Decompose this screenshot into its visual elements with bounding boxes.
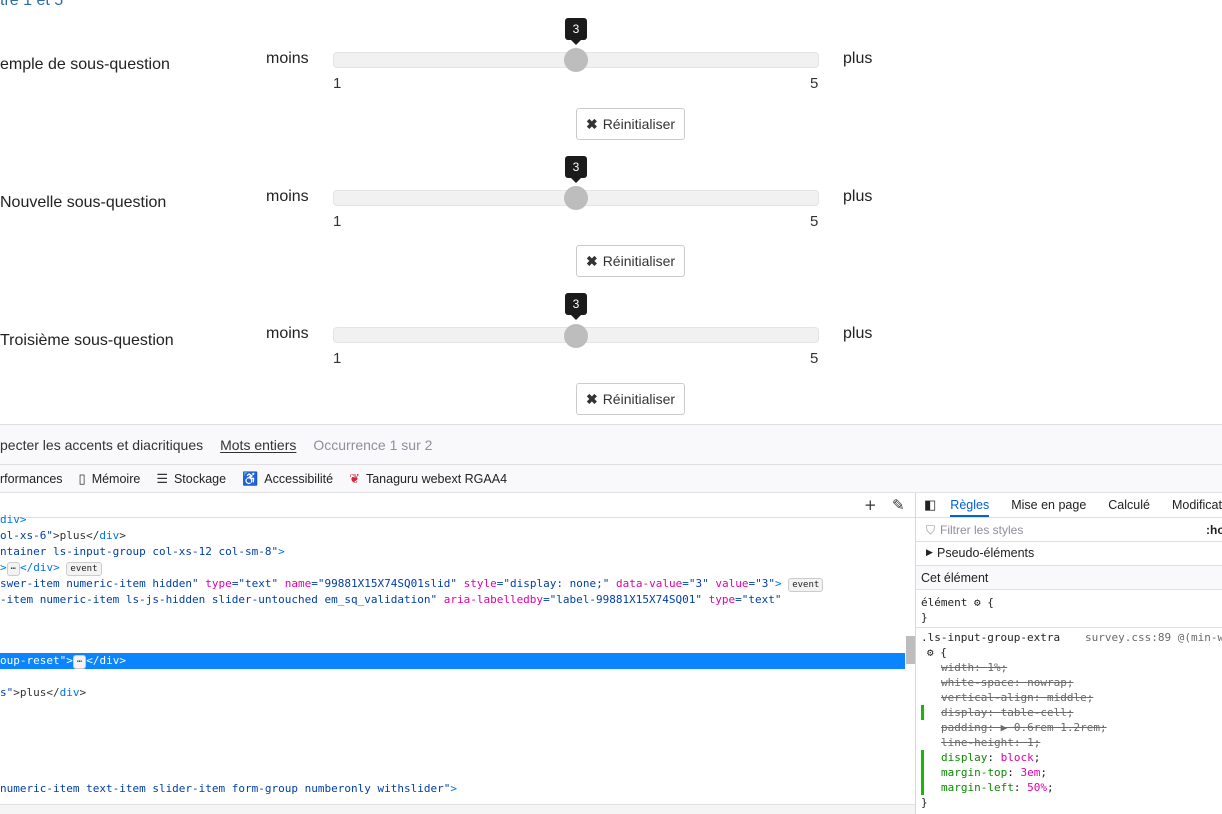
filter-icon: ⛉ [926, 523, 936, 537]
subquestion-label-3: Troisième sous-question [0, 332, 174, 349]
slider-max-tick-1: 5 [810, 75, 819, 92]
toggle-pane-icon[interactable]: ◧ [924, 497, 936, 513]
add-node-icon[interactable]: + [864, 496, 877, 514]
devtools-tab-tanaguru[interactable]: ❦ Tanaguru webext RGAA4 [349, 471, 507, 487]
css-declaration[interactable]: display: block; [941, 750, 1040, 765]
reset-button-1[interactable]: ✖ Réinitialiser [576, 108, 685, 140]
tab-changes[interactable]: Modificatio [1172, 498, 1222, 512]
tanaguru-icon: ❦ [349, 470, 360, 486]
element-rule-selector[interactable]: élément ⚙ { [921, 595, 994, 610]
devtools-tab-bar: rformances ▯ Mémoire ☰ Stockage ♿ Accessibi… [0, 464, 1222, 493]
slider-max-label-3: plus [843, 325, 873, 342]
breadcrumb[interactable] [0, 804, 915, 814]
rule-close: } [921, 611, 928, 624]
devtools-tab-accessibility[interactable]: ♿ Accessibilité [242, 471, 333, 487]
css-declaration[interactable]: width: 1%; [941, 660, 1007, 675]
markup-line[interactable]: > ⋯ </div> event [0, 560, 102, 576]
changed-marker [921, 705, 924, 720]
slider-max-tick-3: 5 [810, 350, 819, 367]
markup-toolbar: + ✎ [0, 493, 915, 518]
rule-close: } [921, 796, 928, 809]
reset-button-2[interactable]: ✖ Réinitialiser [576, 245, 685, 277]
storage-icon: ☰ [156, 470, 168, 486]
markup-line[interactable]: swer-item numeric-item hidden" type="tex… [0, 576, 824, 592]
slider-max-label-1: plus [843, 50, 873, 67]
hover-toggle[interactable]: :ho [1206, 523, 1222, 537]
close-icon: ✖ [585, 252, 598, 269]
css-declaration[interactable]: vertical-align: middle; [941, 690, 1093, 705]
devtools-tab-storage[interactable]: ☰ Stockage [156, 471, 226, 487]
slider-max-tick-2: 5 [810, 213, 819, 230]
filter-styles-row: ⛉ Filtrer les styles :ho [916, 518, 1222, 542]
expand-arrow-icon: ▶ [926, 547, 933, 557]
markup-line[interactable]: s">plus</div> [0, 685, 86, 701]
devtools-tab-memory[interactable]: ▯ Mémoire [79, 471, 141, 487]
rule-selector[interactable]: .ls-input-group-extra [921, 630, 1060, 645]
gear-icon[interactable]: ⚙ [927, 646, 934, 659]
event-badge: event [788, 578, 824, 592]
accessibility-icon: ♿ [242, 470, 259, 486]
markup-line[interactable]: ntainer ls-input-group col-xs-12 col-sm-… [0, 544, 285, 560]
slider-min-label-3: moins [266, 325, 309, 342]
markup-line[interactable]: ol-xs-6">plus</div> [0, 528, 126, 544]
sidebar-tabs: ◧ Règles Mise en page Calculé Modificati… [916, 493, 1222, 518]
slider-tooltip-3: 3 [565, 293, 587, 320]
find-bar: pecter les accents et diacritiques Mots … [0, 424, 1222, 464]
tab-rules[interactable]: Règles [950, 498, 990, 517]
changed-marker [921, 765, 924, 780]
rule-source-link[interactable]: survey.css:89 @(min-w [1085, 630, 1222, 645]
slider-handle-1[interactable] [564, 48, 588, 72]
question-help-text: tre 1 et 5 [0, 0, 64, 9]
slider-tooltip-2: 3 [565, 156, 587, 183]
eyedropper-icon[interactable]: ✎ [892, 496, 905, 514]
slider-min-label-1: moins [266, 50, 309, 67]
slider-min-tick-1: 1 [333, 75, 342, 92]
markup-line[interactable]: numeric-item text-item slider-item form-… [0, 781, 457, 797]
pseudo-elements-toggle[interactable]: ▶ Pseudo-éléments [916, 542, 1222, 566]
reset-button-3[interactable]: ✖ Réinitialiser [576, 383, 685, 415]
slider-max-label-2: plus [843, 188, 873, 205]
devtools-tab-performance[interactable]: rformances [0, 472, 63, 486]
tab-computed[interactable]: Calculé [1108, 498, 1150, 512]
css-declaration[interactable]: line-height: 1; [941, 735, 1040, 750]
tab-layout[interactable]: Mise en page [1011, 498, 1086, 512]
slider-min-tick-3: 1 [333, 350, 342, 367]
slider-min-tick-2: 1 [333, 213, 342, 230]
css-declaration[interactable]: padding: ▶ 0.6rem 1.2rem; [941, 720, 1107, 735]
close-icon: ✖ [585, 115, 598, 132]
markup-line[interactable]: div> [0, 512, 27, 528]
css-declaration[interactable]: display: table-cell; [941, 705, 1073, 720]
find-occurrence-count: Occurrence 1 sur 2 [313, 436, 433, 453]
css-declaration[interactable]: margin-left: 50%; [941, 780, 1054, 795]
rules-sidebar: ◧ Règles Mise en page Calculé Modificati… [916, 493, 1222, 814]
this-element-header: Cet élément [916, 566, 1222, 590]
markup-scrollbar[interactable] [906, 636, 915, 664]
event-badge: event [66, 562, 102, 576]
changed-marker [921, 780, 924, 795]
close-icon: ✖ [585, 390, 598, 407]
css-declaration[interactable]: white-space: nowrap; [941, 675, 1073, 690]
subquestion-label-1: emple de sous-question [0, 56, 170, 73]
slider-handle-3[interactable] [564, 324, 588, 348]
gear-icon[interactable]: ⚙ [974, 596, 981, 609]
memory-icon: ▯ [78, 470, 86, 486]
filter-styles-input[interactable]: Filtrer les styles [940, 523, 1023, 537]
css-declaration[interactable]: margin-top: 3em; [941, 765, 1047, 780]
slider-min-label-2: moins [266, 188, 309, 205]
slider-handle-2[interactable] [564, 186, 588, 210]
slider-tooltip-1: 3 [565, 18, 587, 45]
markup-line[interactable]: -item numeric-item ls-js-hidden slider-u… [0, 592, 782, 608]
changed-marker [921, 750, 924, 765]
match-diacritics-toggle[interactable]: pecter les accents et diacritiques [0, 437, 203, 453]
subquestion-label-2: Nouvelle sous-question [0, 194, 167, 211]
markup-view: + ✎ div> ol-xs-6">plus</div> ntainer ls-… [0, 493, 916, 814]
whole-words-toggle[interactable]: Mots entiers [220, 437, 296, 453]
markup-line-selected[interactable]: oup-reset"> ⋯ </div> [0, 653, 905, 669]
rule-open: ⚙ { [927, 646, 947, 659]
